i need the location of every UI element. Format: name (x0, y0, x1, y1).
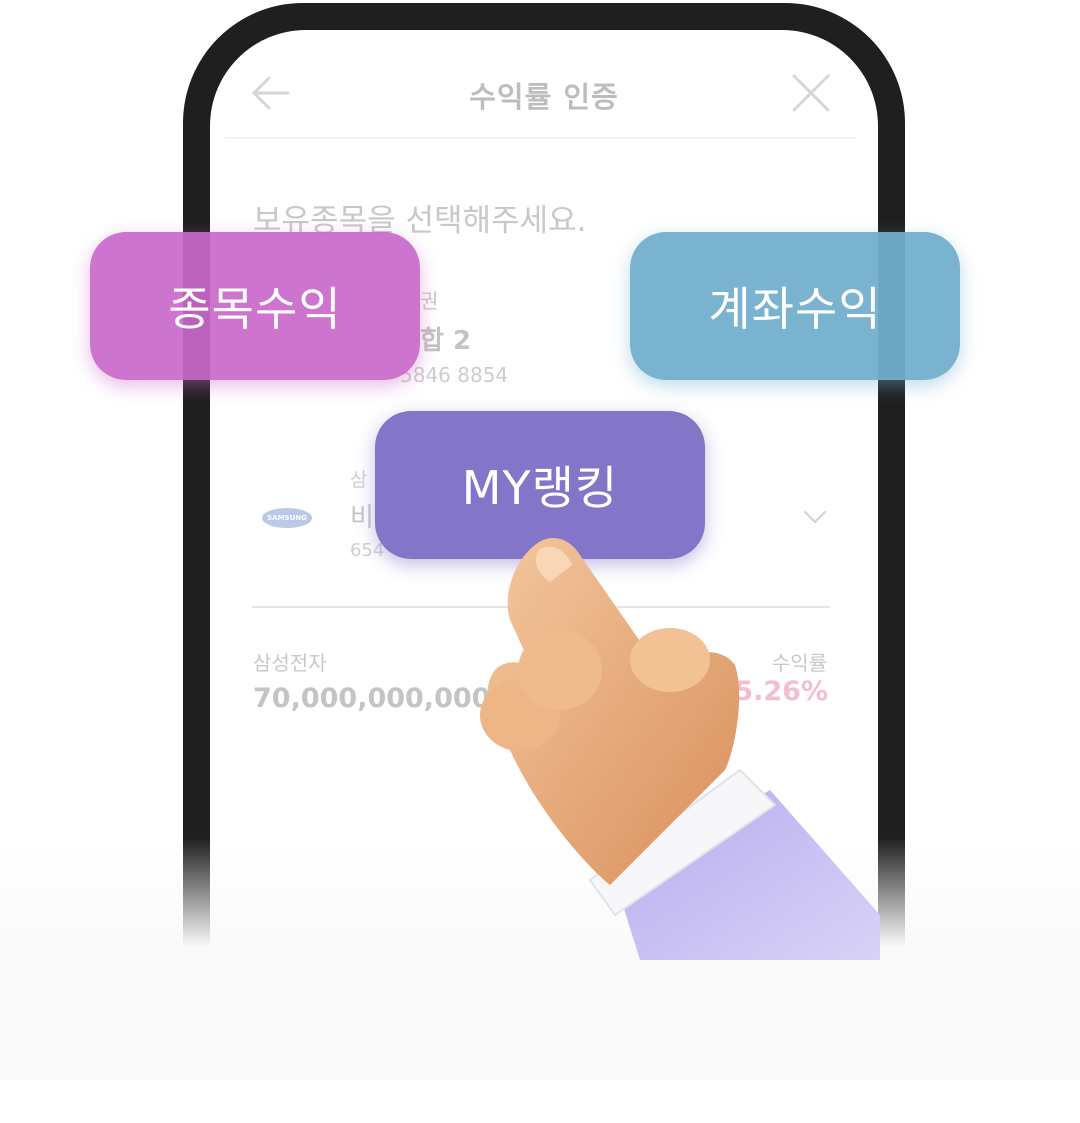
stock-name: 비 (350, 503, 374, 533)
stock-return-button[interactable]: 종목수익 (90, 232, 420, 380)
stock-code: 654 (350, 540, 385, 561)
summary-stock-label: 삼성전자 (253, 651, 327, 675)
account-number: 5846 8854 (400, 363, 509, 387)
top-bar: 수익률 인증 (210, 30, 878, 138)
account-return-button[interactable]: 계좌수익 (630, 232, 960, 380)
samsung-logo: SAMSUNG (262, 508, 312, 528)
account-label: 권 (420, 289, 439, 313)
header-divider (225, 137, 856, 139)
page-title: 수익률 인증 (469, 80, 619, 114)
close-icon[interactable] (790, 72, 832, 114)
stock-group: 삼 (350, 469, 368, 491)
pointing-hand-illustration (480, 537, 880, 960)
account-name: 합 2 (420, 326, 472, 356)
